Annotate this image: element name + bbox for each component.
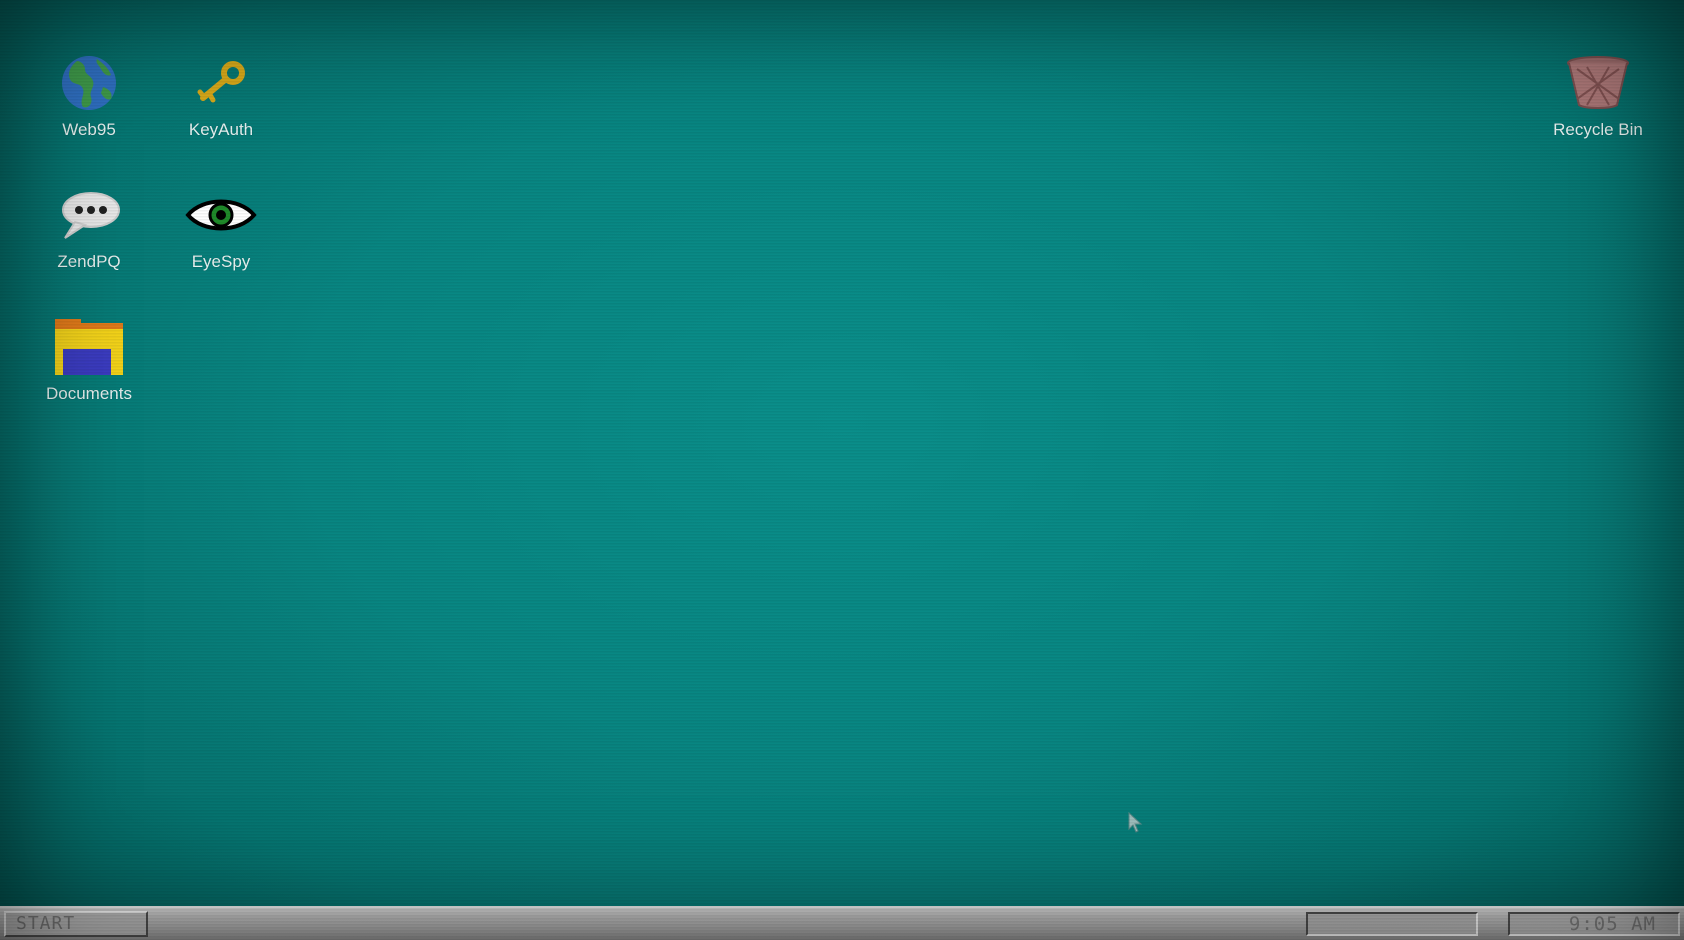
- desktop-icon-label: ZendPQ: [57, 252, 121, 271]
- desktop-icon-label: Documents: [46, 384, 132, 403]
- desktop-icon-label: Recycle Bin: [1553, 120, 1643, 139]
- taskbar: START 9:05 AM: [0, 906, 1684, 940]
- eye-icon: [181, 182, 261, 248]
- desktop-icon-label: Web95: [62, 120, 116, 139]
- desktop-icon-label: KeyAuth: [188, 120, 254, 139]
- desktop-icon-web95[interactable]: Web95: [29, 50, 149, 140]
- start-button[interactable]: START: [4, 911, 148, 937]
- desktop-icon-keyauth[interactable]: KeyAuth: [161, 50, 281, 140]
- taskbar-clock[interactable]: 9:05 AM: [1569, 914, 1656, 934]
- taskbar-task-slot[interactable]: [1306, 912, 1478, 936]
- desktop-icon-zendpq[interactable]: ZendPQ: [29, 182, 149, 272]
- mouse-pointer-icon: [1128, 812, 1143, 833]
- desktop-icon-eyespy[interactable]: EyeSpy: [161, 182, 281, 272]
- desktop-icon-label: EyeSpy: [191, 252, 251, 271]
- desktop[interactable]: Web95 KeyAuth ZendPQ EyeSpy Documents Re…: [0, 0, 1684, 940]
- system-tray: 9:05 AM: [1508, 912, 1680, 936]
- key-icon: [181, 50, 261, 116]
- folder-icon: [49, 314, 129, 380]
- desktop-icon-documents[interactable]: Documents: [29, 314, 149, 404]
- globe-icon: [49, 50, 129, 116]
- desktop-icon-recycle-bin[interactable]: Recycle Bin: [1538, 50, 1658, 140]
- speech-bubble-icon: [49, 182, 129, 248]
- recycle-bin-icon: [1558, 50, 1638, 116]
- crt-vignette-overlay: [0, 0, 1684, 940]
- crt-scanlines-overlay: [0, 0, 1684, 940]
